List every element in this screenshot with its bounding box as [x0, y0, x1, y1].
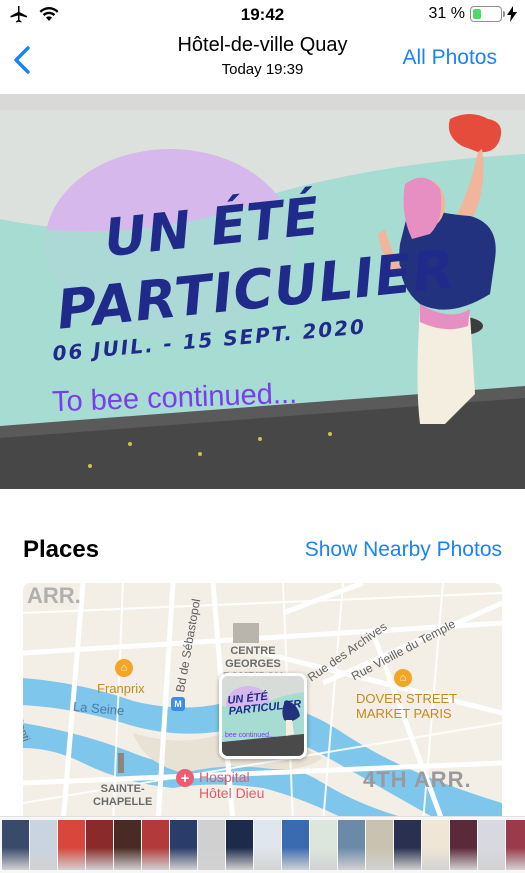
map-label-arr-top: ARR.: [27, 583, 81, 608]
map-label-dover-street: DOVER STREET MARKET PARIS: [356, 691, 458, 721]
filmstrip-thumbnail[interactable]: [226, 820, 253, 870]
filmstrip-thumbnail[interactable]: [394, 820, 421, 870]
battery-percent: 31 %: [428, 5, 465, 22]
battery-level-fill: [473, 9, 482, 19]
all-photos-button[interactable]: All Photos: [402, 46, 497, 70]
metro-icon: M: [171, 697, 185, 711]
status-bar: 19:42 31 %: [0, 0, 525, 30]
filmstrip-thumbnail[interactable]: [338, 820, 365, 870]
shopping-bag-icon[interactable]: ⌂: [115, 659, 133, 677]
filmstrip-thumbnail[interactable]: [142, 820, 169, 870]
filmstrip-thumbnail[interactable]: [254, 820, 281, 870]
map-label-hospital: Hospital Hôtel Dieu: [199, 769, 265, 801]
map-label-franprix: Franprix: [97, 681, 145, 696]
navigation-bar: Hôtel-de-ville Quay Today 19:39 All Phot…: [0, 30, 525, 92]
places-heading: Places: [23, 536, 100, 563]
filmstrip-thumbnail[interactable]: [282, 820, 309, 870]
shopping-bag-icon[interactable]: ⌂: [394, 669, 412, 687]
filmstrip-thumbnail[interactable]: [478, 820, 505, 870]
filmstrip-thumbnail[interactable]: [2, 820, 29, 870]
map-label-4th-arr: 4TH ARR.: [363, 767, 472, 792]
filmstrip-thumbnail[interactable]: [170, 820, 197, 870]
battery-icon: [470, 6, 505, 22]
photo-filmstrip[interactable]: [0, 816, 525, 873]
filmstrip-thumbnail[interactable]: [58, 820, 85, 870]
places-map[interactable]: ARR. Bd de Sébastopol CENTRE GEORGES POM…: [23, 583, 502, 823]
thumbnail-caption: bee continued...: [225, 732, 275, 739]
filmstrip-thumbnail[interactable]: [310, 820, 337, 870]
filmstrip-thumbnail[interactable]: [30, 820, 57, 870]
show-nearby-photos-link[interactable]: Show Nearby Photos: [305, 538, 502, 562]
filmstrip-thumbnail[interactable]: [366, 820, 393, 870]
filmstrip-thumbnail[interactable]: [450, 820, 477, 870]
map-photo-pin[interactable]: UN ÉTÉ PARTICULIER bee continued...: [219, 673, 307, 759]
map-photo-thumbnail: UN ÉTÉ PARTICULIER bee continued...: [222, 676, 304, 756]
photo-view[interactable]: UN ÉTÉ PARTICULIER 06 JUIL. - 15 SEPT. 2…: [0, 94, 525, 489]
filmstrip-thumbnail[interactable]: [198, 820, 225, 870]
filmstrip-thumbnail[interactable]: [114, 820, 141, 870]
charging-bolt-icon: [507, 6, 517, 22]
filmstrip-thumbnail[interactable]: [422, 820, 449, 870]
filmstrip-thumbnail[interactable]: [506, 820, 525, 870]
hospital-icon[interactable]: +: [176, 769, 194, 787]
filmstrip-thumbnail[interactable]: [86, 820, 113, 870]
status-right: 31 %: [429, 5, 517, 23]
map-label-sainte-chapelle: SAINTE- CHAPELLE: [93, 783, 153, 808]
